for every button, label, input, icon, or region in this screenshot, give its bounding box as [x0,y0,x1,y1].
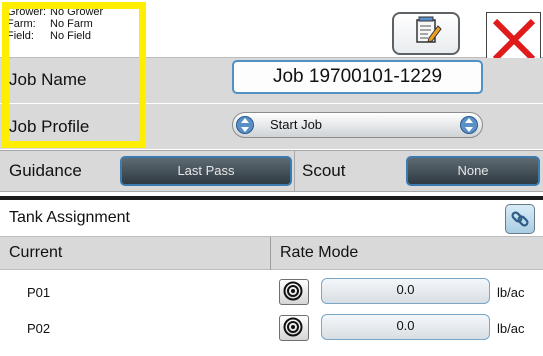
guidance-label: Guidance [9,161,82,180]
edit-button[interactable] [392,12,460,55]
spinner-left-icon[interactable] [236,115,254,135]
product-name: P02 [27,321,51,336]
farm-key: Farm: [7,18,36,30]
rate-mode-column-header: Rate Mode [280,244,359,261]
product-row: P01 0.0 lb/ac [0,277,543,307]
job-profile-select[interactable]: Start Job [232,112,483,138]
target-icon[interactable] [279,279,309,305]
rate-unit: lb/ac [497,321,525,336]
current-column-header: Current [9,244,63,261]
scout-label: Scout [302,161,346,180]
product-row: P02 0.0 lb/ac [0,313,543,343]
scout-button[interactable]: None [406,156,540,186]
product-table-header: Current Rate Mode [0,237,543,270]
rate-input[interactable]: 0.0 [321,278,490,304]
rate-unit: lb/ac [497,285,525,300]
field-key: Field: [7,30,34,42]
guidance-scout-divider [294,150,295,192]
rate-input[interactable]: 0.0 [321,314,490,340]
product-name: P01 [27,285,51,300]
job-profile-value: Start Job [270,117,323,132]
target-icon[interactable] [279,315,309,341]
field-value: No Field [50,30,91,42]
job-info: Grower: No Grower Farm: No Farm Field: N… [7,6,147,42]
job-profile-label: Job Profile [9,117,90,136]
field-row: Field: No Field [7,30,147,42]
tank-link-button[interactable] [505,204,535,234]
tank-assignment-row: Tank Assignment [0,200,543,237]
grower-value: No Grower [50,6,104,18]
grower-key: Grower: [7,6,47,18]
farm-row: Farm: No Farm [7,18,147,30]
link-chain-icon [511,211,529,227]
grower-row: Grower: No Grower [7,6,147,18]
guidance-button[interactable]: Last Pass [120,156,292,186]
column-divider [270,237,271,270]
spinner-right-icon[interactable] [460,115,478,135]
tank-assignment-label: Tank Assignment [9,209,130,226]
job-name-label: Job Name [9,70,87,89]
notepad-edit-icon [416,16,442,43]
farm-value: No Farm [50,18,93,30]
job-name-field[interactable]: Job 19700101-1229 [232,60,483,94]
